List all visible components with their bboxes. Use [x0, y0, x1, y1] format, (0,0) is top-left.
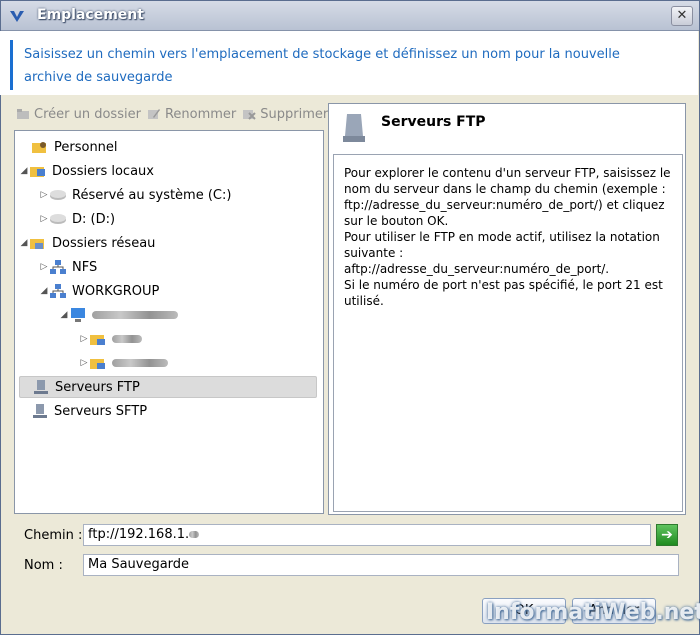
info-title: Serveurs FTP: [381, 114, 486, 130]
rename-icon: [147, 109, 160, 119]
server-icon: [343, 114, 365, 142]
name-input[interactable]: Ma Sauvegarde: [83, 554, 679, 576]
banner-accent-bar: [10, 40, 13, 90]
tree-item-workgroup[interactable]: ◢ WORKGROUP: [39, 280, 160, 302]
collapsed-arrow-icon[interactable]: ▷: [39, 262, 49, 272]
arrow-right-icon: ➔: [661, 527, 673, 543]
delete-icon: [243, 110, 256, 120]
create-folder-button[interactable]: Créer un dossier: [16, 104, 141, 124]
info-description: Pour explorer le contenu d'un serveur FT…: [333, 154, 683, 512]
tree-label: Réservé au système (C:): [72, 187, 232, 203]
network-icon: [50, 284, 66, 298]
tree-label: Personnel: [54, 139, 118, 155]
info-paragraph: Pour explorer le contenu d'un serveur FT…: [344, 166, 671, 228]
tree-item-dossiers-reseau[interactable]: ◢ Dossiers réseau: [19, 232, 156, 254]
delete-label: Supprimer: [260, 106, 329, 122]
redacted-share-name: [112, 359, 168, 367]
redacted-share-name: [112, 335, 142, 343]
expanded-arrow-icon[interactable]: ◢: [39, 286, 49, 296]
collapsed-arrow-icon[interactable]: ▷: [39, 190, 49, 200]
tree-item-share-2[interactable]: ▷: [79, 352, 168, 374]
info-paragraph: Pour utiliser le FTP en mode actif, util…: [344, 230, 660, 276]
tree-label: NFS: [72, 259, 98, 275]
shared-folder-icon: [90, 359, 105, 369]
name-label: Nom :: [24, 558, 63, 573]
new-folder-icon: [17, 109, 29, 119]
create-folder-label: Créer un dossier: [34, 106, 141, 122]
tree-item-dossiers-locaux[interactable]: ◢ Dossiers locaux: [19, 160, 154, 182]
network-icon: [50, 260, 66, 274]
name-value: Ma Sauvegarde: [88, 557, 190, 572]
path-input[interactable]: ftp://192.168.1.: [83, 524, 651, 546]
tree-item-share-1[interactable]: ▷: [79, 328, 142, 350]
computer-icon: [71, 308, 85, 322]
tree-label: D: (D:): [72, 211, 116, 227]
sftp-server-icon: [33, 404, 47, 418]
tree-item-serveurs-sftp[interactable]: Serveurs SFTP: [31, 400, 147, 422]
collapsed-arrow-icon[interactable]: ▷: [39, 214, 49, 224]
ftp-server-icon: [34, 380, 48, 394]
tree-item-system-drive[interactable]: ▷ Réservé au système (C:): [39, 184, 232, 206]
folder-toolbar: Créer un dossier Renommer Supprimer: [16, 104, 328, 124]
tree-label: Serveurs SFTP: [54, 403, 148, 419]
go-button[interactable]: ➔: [656, 524, 678, 546]
shared-folder-icon: [90, 335, 105, 345]
drive-icon: [50, 190, 66, 200]
drive-icon: [50, 214, 66, 224]
path-value: ftp://192.168.1.: [88, 527, 190, 542]
network-folders-icon: [30, 239, 44, 249]
personal-folder-icon: [32, 142, 46, 153]
tree-item-personnel[interactable]: Personnel: [31, 136, 118, 158]
app-logo-icon: [10, 11, 24, 22]
tree-item-drive-d[interactable]: ▷ D: (D:): [39, 208, 116, 230]
tree-item-nfs[interactable]: ▷ NFS: [39, 256, 98, 278]
close-icon: ✕: [676, 8, 688, 23]
banner-text: Saisissez un chemin vers l'emplacement d…: [24, 47, 620, 85]
expanded-arrow-icon[interactable]: ◢: [59, 310, 69, 320]
tree-item-computer[interactable]: ◢: [59, 304, 178, 326]
tree-item-serveurs-ftp[interactable]: Serveurs FTP: [19, 376, 317, 398]
tree-label: Dossiers locaux: [52, 163, 154, 179]
info-panel: Serveurs FTP Pour explorer le contenu d'…: [328, 103, 686, 515]
redacted-ip-octet: [189, 531, 200, 538]
location-tree[interactable]: Personnel ◢ Dossiers locaux ▷ Réservé au…: [14, 130, 324, 514]
watermark: InformatiWeb.net: [486, 600, 700, 625]
title-bar[interactable]: Emplacement ✕: [1, 1, 699, 31]
rename-button[interactable]: Renommer: [147, 104, 236, 124]
path-label: Chemin :: [24, 528, 83, 543]
tree-label: Dossiers réseau: [52, 235, 156, 251]
tree-label: Serveurs FTP: [55, 379, 140, 395]
expanded-arrow-icon[interactable]: ◢: [19, 166, 29, 176]
redacted-computer-name: [92, 311, 178, 319]
local-folders-icon: [30, 167, 45, 177]
delete-button[interactable]: Supprimer: [242, 104, 328, 124]
rename-label: Renommer: [164, 106, 237, 122]
collapsed-arrow-icon[interactable]: ▷: [79, 358, 89, 368]
expanded-arrow-icon[interactable]: ◢: [19, 238, 29, 248]
collapsed-arrow-icon[interactable]: ▷: [79, 334, 89, 344]
window-title: Emplacement: [37, 7, 144, 23]
tree-label: WORKGROUP: [72, 283, 160, 299]
close-button[interactable]: ✕: [671, 6, 693, 26]
info-paragraph: Si le numéro de port n'est pas spécifié,…: [344, 278, 663, 308]
